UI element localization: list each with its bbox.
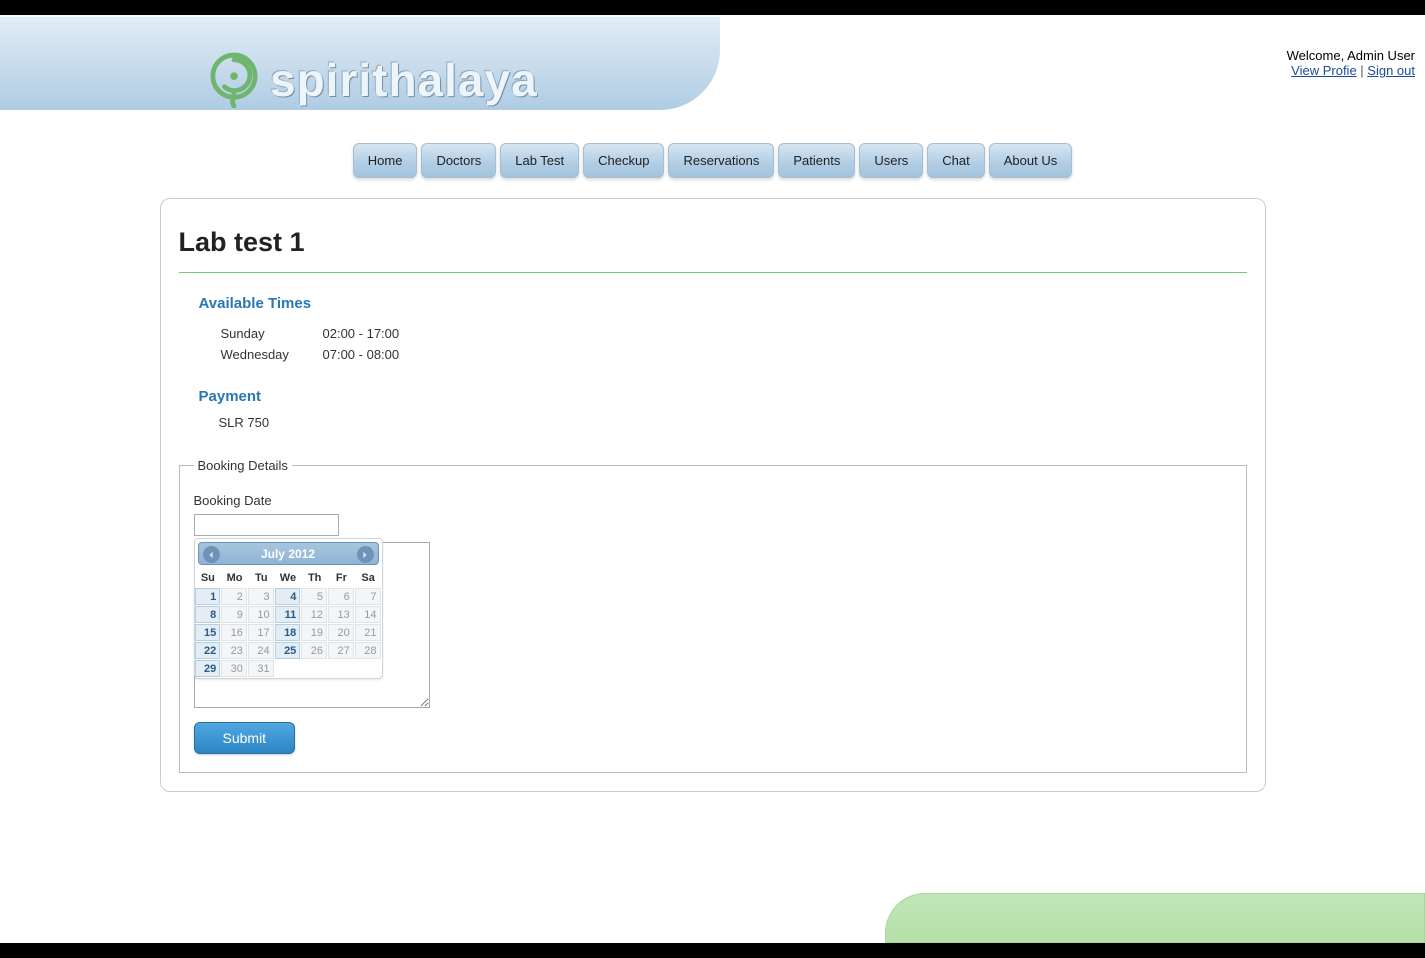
- datepicker-day: 20: [328, 624, 354, 641]
- datepicker-day[interactable]: 22: [195, 642, 221, 659]
- datepicker: July 2012 SuMoTuWeThFrSa 123456789101112…: [194, 538, 383, 679]
- available-time-range: 07:00 - 08:00: [323, 345, 400, 364]
- datepicker-day[interactable]: 4: [275, 588, 301, 605]
- booking-fieldset: Booking Details Booking Date July 2012 S…: [179, 458, 1247, 773]
- datepicker-next-button[interactable]: [357, 546, 374, 563]
- available-time-range: 02:00 - 17:00: [323, 324, 400, 343]
- datepicker-day: 17: [248, 624, 274, 641]
- nav-doctors[interactable]: Doctors: [421, 143, 496, 178]
- available-time-row: Wednesday07:00 - 08:00: [221, 345, 400, 364]
- datepicker-day: 30: [221, 660, 247, 677]
- welcome-text: Welcome, Admin User: [1287, 48, 1415, 63]
- page-title: Lab test 1: [179, 227, 1247, 273]
- footer-green-panel: [885, 893, 1425, 943]
- nav-reservations[interactable]: Reservations: [668, 143, 774, 178]
- payment-heading: Payment: [199, 388, 1247, 405]
- datepicker-day: 21: [355, 624, 381, 641]
- datepicker-grid: SuMoTuWeThFrSa 1234567891011121314151617…: [195, 568, 382, 678]
- main-panel: Lab test 1 Available Times Sunday02:00 -…: [160, 198, 1266, 792]
- datepicker-weekday: Sa: [355, 568, 382, 588]
- available-time-day: Sunday: [221, 324, 321, 343]
- nav-users[interactable]: Users: [859, 143, 923, 178]
- chevron-left-icon: [207, 551, 215, 559]
- view-profile-link[interactable]: View Profie: [1291, 63, 1357, 78]
- datepicker-title: July 2012: [261, 547, 315, 561]
- logo-banner: spirithalaya: [0, 15, 720, 110]
- nav-patients[interactable]: Patients: [778, 143, 855, 178]
- datepicker-day: 24: [248, 642, 274, 659]
- booking-date-input[interactable]: [194, 514, 339, 536]
- logo-swirl-icon: [210, 52, 258, 108]
- datepicker-day: 13: [328, 606, 354, 623]
- datepicker-weekday: Th: [301, 568, 328, 588]
- datepicker-day: 3: [248, 588, 274, 605]
- nav-about-us[interactable]: About Us: [989, 143, 1072, 178]
- datepicker-day: 9: [221, 606, 247, 623]
- datepicker-weekday: Fr: [328, 568, 355, 588]
- datepicker-day: 28: [355, 642, 381, 659]
- datepicker-prev-button[interactable]: [203, 546, 220, 563]
- datepicker-day: 23: [221, 642, 247, 659]
- datepicker-header: July 2012: [198, 542, 379, 565]
- datepicker-day: 2: [221, 588, 247, 605]
- available-times-table: Sunday02:00 - 17:00Wednesday07:00 - 08:0…: [219, 322, 402, 366]
- datepicker-day: 6: [328, 588, 354, 605]
- header: spirithalaya Welcome, Admin User View Pr…: [0, 15, 1425, 125]
- datepicker-weekday: Mo: [221, 568, 248, 588]
- payment-value: SLR 750: [219, 415, 1247, 430]
- datepicker-day: 27: [328, 642, 354, 659]
- main-nav: HomeDoctorsLab TestCheckupReservationsPa…: [0, 143, 1425, 178]
- datepicker-day: 16: [221, 624, 247, 641]
- datepicker-day[interactable]: 29: [195, 660, 221, 677]
- submit-button[interactable]: Submit: [194, 722, 296, 754]
- datepicker-day[interactable]: 1: [195, 588, 221, 605]
- datepicker-day: 31: [248, 660, 274, 677]
- top-black-bar: [0, 0, 1425, 15]
- chevron-right-icon: [361, 551, 369, 559]
- datepicker-weekday: Su: [195, 568, 222, 588]
- datepicker-day[interactable]: 25: [275, 642, 301, 659]
- datepicker-day: 10: [248, 606, 274, 623]
- datepicker-day[interactable]: 11: [275, 606, 301, 623]
- datepicker-day[interactable]: 8: [195, 606, 221, 623]
- datepicker-day[interactable]: 18: [275, 624, 301, 641]
- datepicker-day: 7: [355, 588, 381, 605]
- datepicker-day: 26: [301, 642, 327, 659]
- datepicker-weekday: Tu: [248, 568, 275, 588]
- nav-home[interactable]: Home: [353, 143, 418, 178]
- bottom-black-bar: [0, 943, 1425, 958]
- user-box: Welcome, Admin User View Profie | Sign o…: [1287, 48, 1415, 78]
- nav-chat[interactable]: Chat: [927, 143, 984, 178]
- datepicker-day: 12: [301, 606, 327, 623]
- available-time-row: Sunday02:00 - 17:00: [221, 324, 400, 343]
- datepicker-day: 5: [301, 588, 327, 605]
- available-times-heading: Available Times: [199, 295, 1247, 312]
- nav-checkup[interactable]: Checkup: [583, 143, 664, 178]
- datepicker-day[interactable]: 15: [195, 624, 221, 641]
- available-time-day: Wednesday: [221, 345, 321, 364]
- datepicker-weekday: We: [275, 568, 302, 588]
- booking-legend: Booking Details: [194, 458, 292, 473]
- nav-lab-test[interactable]: Lab Test: [500, 143, 579, 178]
- brand-text: spirithalaya: [270, 53, 538, 107]
- datepicker-day: 14: [355, 606, 381, 623]
- booking-date-label: Booking Date: [194, 493, 1232, 508]
- sign-out-link[interactable]: Sign out: [1367, 63, 1415, 78]
- datepicker-day: 19: [301, 624, 327, 641]
